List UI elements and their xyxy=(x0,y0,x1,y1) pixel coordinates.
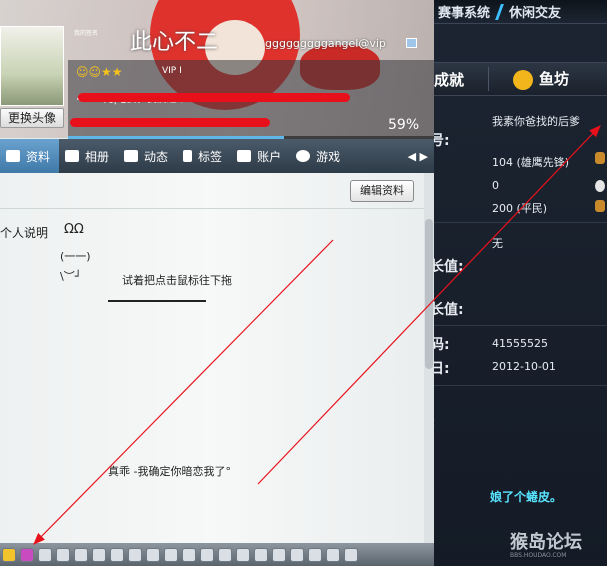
app-icon[interactable] xyxy=(110,547,124,562)
medal-icon xyxy=(595,152,605,164)
status-badges: ☺☺★★ xyxy=(76,65,123,79)
value-zero: 0 xyxy=(492,179,499,192)
vip-badge: VIP I xyxy=(162,66,182,76)
app-icon[interactable] xyxy=(344,547,358,562)
app-icon[interactable] xyxy=(200,547,214,562)
app-icon[interactable] xyxy=(146,547,160,562)
app-icon[interactable] xyxy=(164,547,178,562)
label-growth-1: 长值: xyxy=(430,259,464,275)
tab-feed[interactable]: 动态 xyxy=(118,139,177,173)
divider xyxy=(430,222,607,223)
app-icon[interactable] xyxy=(92,547,106,562)
toggle-icon[interactable] xyxy=(595,180,605,192)
watermark-title: 猴岛论坛 xyxy=(510,532,582,553)
game-icon xyxy=(296,150,311,162)
personal-description-label: 个人说明 xyxy=(0,226,49,240)
app-icon[interactable] xyxy=(182,547,196,562)
value-civil: 200 (平民) xyxy=(492,202,548,215)
watermark: 猴岛论坛 BBS.HOUDAO.COM xyxy=(510,528,582,559)
tab-album[interactable]: 相册 xyxy=(59,139,118,173)
kaomoji-line-2: (一一) xyxy=(60,250,91,263)
app-icon[interactable] xyxy=(38,547,52,562)
nickname: 此心不二 xyxy=(130,30,219,55)
watermark-url: BBS.HOUDAO.COM xyxy=(510,552,567,559)
label-growth-2: 长值: xyxy=(430,302,464,318)
scrollbar[interactable] xyxy=(424,173,434,543)
app-icon[interactable] xyxy=(56,547,70,562)
game-tabbar: 成就 鱼坊 xyxy=(430,62,607,96)
app-icon[interactable] xyxy=(218,547,232,562)
divider xyxy=(0,208,424,209)
app-icon[interactable] xyxy=(308,547,322,562)
nav-leisure-social[interactable]: 休闲交友 xyxy=(509,2,561,21)
profile-banner: 更换头像 我的签名 此心不二 gggggggggangel@vip ☺☺★★ V… xyxy=(0,0,434,139)
app-icon[interactable] xyxy=(2,547,16,562)
badge-icon xyxy=(595,200,605,212)
bookmark-icon xyxy=(183,150,193,162)
app-icon[interactable] xyxy=(272,547,286,562)
fish-icon xyxy=(513,69,533,90)
tab-account-label: 账户 xyxy=(257,149,282,164)
drag-hint: 试着把点击鼠标往下拖 xyxy=(122,274,232,287)
tab-album-label: 相册 xyxy=(85,149,110,164)
progress-percent: 59% xyxy=(388,117,420,133)
briefcase-icon xyxy=(237,150,252,162)
avatar[interactable] xyxy=(0,26,64,106)
bottom-toolbar xyxy=(0,543,434,566)
value-signature: 我素你爸找的后爹 xyxy=(492,115,580,128)
app-icon[interactable] xyxy=(326,547,340,562)
info-icon xyxy=(6,150,20,162)
red-scribble xyxy=(78,93,350,102)
tab-divider xyxy=(488,67,489,91)
tab-games[interactable]: 游戏 xyxy=(290,139,349,173)
tab-feed-label: 动态 xyxy=(144,149,169,164)
tab-info[interactable]: 资料 xyxy=(0,139,60,173)
bottom-signature-text: 真乖 -我确定你暗恋我了° xyxy=(108,465,231,478)
value-date: 2012-10-01 xyxy=(492,360,556,373)
edit-profile-button[interactable]: 编辑资料 xyxy=(350,180,414,202)
value-rank: 104 (雄鹰先锋) xyxy=(492,156,570,169)
value-id: 41555525 xyxy=(492,337,548,350)
tab-fish-shop-label: 鱼坊 xyxy=(539,70,570,89)
game-window: 赛事系统 休闲交友 成就 鱼坊 号: 我素你爸找的后爹 104 (雄鹰先锋) 0… xyxy=(430,0,607,566)
app-icon[interactable] xyxy=(74,547,88,562)
value-none: 无 xyxy=(492,237,503,250)
profile-window: 更换头像 我的签名 此心不二 gggggggggangel@vip ☺☺★★ V… xyxy=(0,0,434,566)
scroll-thumb[interactable] xyxy=(425,219,433,369)
tab-tags[interactable]: 标签 xyxy=(177,139,231,173)
flower-text: 娘了个蜷皮。 xyxy=(490,490,563,504)
app-icon[interactable] xyxy=(20,547,34,562)
mail-icon[interactable] xyxy=(406,38,417,48)
nav-separator xyxy=(495,3,504,20)
red-scribble xyxy=(70,118,270,127)
app-icon[interactable] xyxy=(236,547,250,562)
change-avatar-button[interactable]: 更换头像 xyxy=(0,108,64,128)
app-icon[interactable] xyxy=(254,547,268,562)
divider xyxy=(430,325,607,326)
app-icon[interactable] xyxy=(290,547,304,562)
tab-games-label: 游戏 xyxy=(316,149,341,164)
tab-account[interactable]: 账户 xyxy=(231,139,290,173)
app-icon[interactable] xyxy=(128,547,142,562)
kaomoji-line-1: ΩΩ xyxy=(64,222,84,237)
tab-scroll-arrows[interactable]: ◀ ▶ xyxy=(408,150,434,163)
album-icon xyxy=(65,150,80,162)
email: gggggggggangel@vip xyxy=(265,37,386,50)
nav-event-system[interactable]: 赛事系统 xyxy=(438,2,490,21)
hint-underline xyxy=(108,300,206,302)
list-icon xyxy=(124,150,139,162)
tab-achievement[interactable]: 成就 xyxy=(430,69,488,90)
game-top-nav: 赛事系统 休闲交友 xyxy=(430,0,607,24)
tab-info-label: 资料 xyxy=(26,149,51,164)
divider xyxy=(430,385,607,386)
tab-tags-label: 标签 xyxy=(198,149,223,164)
small-tag: 我的签名 xyxy=(74,30,99,37)
kaomoji-line-3: \︶┘ xyxy=(60,270,82,283)
profile-tabbar: 资料 相册 动态 标签 账户 游戏 ◀ ▶ xyxy=(0,139,434,173)
tab-fish-shop[interactable]: 鱼坊 xyxy=(513,68,569,90)
